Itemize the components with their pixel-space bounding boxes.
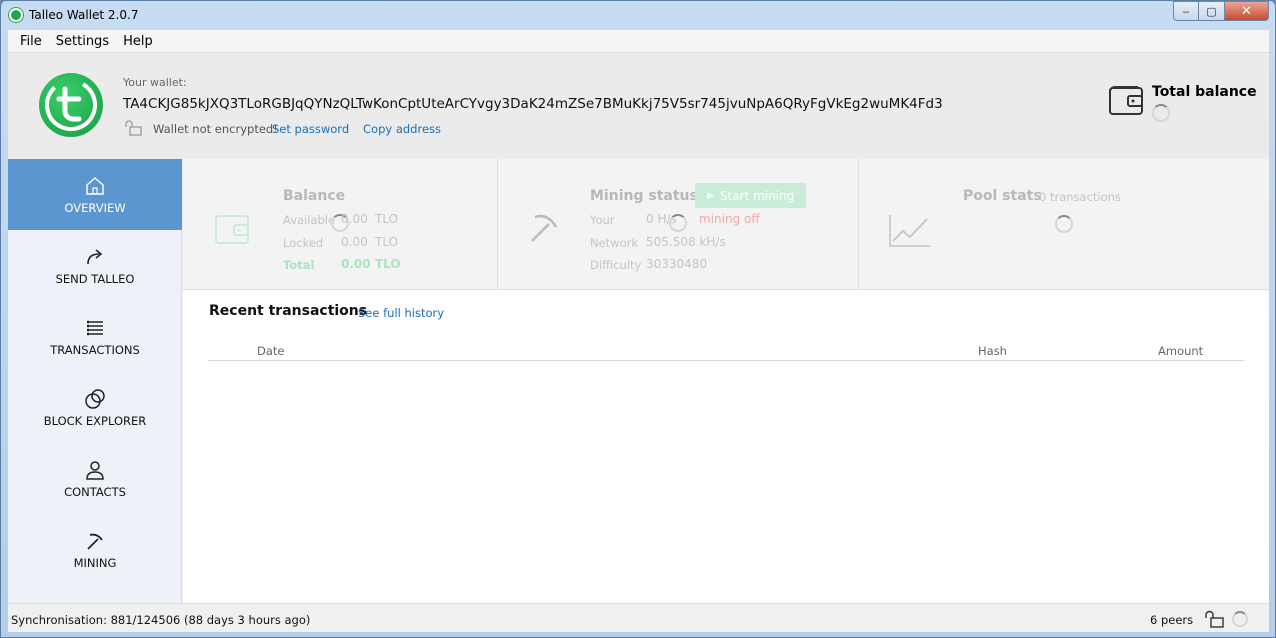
copy-address-link[interactable]: Copy address (363, 122, 441, 136)
mining-panel: Mining status ▶ Start mining Your 0 H/s … (498, 159, 859, 290)
title-bar[interactable]: Talleo Wallet 2.0.7 ‒ ▢ ✕ (1, 1, 1275, 30)
sidebar-item-contacts[interactable]: CONTACTS (8, 443, 182, 514)
list-icon (87, 320, 103, 335)
chart-icon (889, 215, 931, 247)
menu-bar: File Settings Help (8, 30, 1269, 53)
column-header-date[interactable]: Date (257, 344, 285, 358)
total-value: 0.00 (341, 257, 371, 271)
available-unit: TLO (375, 212, 399, 226)
column-header-hash[interactable]: Hash (978, 344, 1007, 358)
locked-unit: TLO (375, 235, 399, 249)
total-balance-label: Total balance (1152, 84, 1257, 100)
sync-spinner (1232, 611, 1248, 627)
explorer-icon (85, 388, 105, 409)
network-label: Network (590, 236, 639, 250)
maximize-button[interactable]: ▢ (1199, 1, 1225, 21)
client-area: File Settings Help Your wallet: TA4CKJG8… (8, 30, 1269, 632)
total-unit: TLO (375, 257, 401, 271)
window-title: Talleo Wallet 2.0.7 (29, 8, 139, 22)
sync-status: Synchronisation: 881/124506 (88 days 3 h… (11, 613, 311, 627)
pool-transactions: 0 transactions (1039, 190, 1121, 204)
wallet-address: TA4CKJG85kJXQ3TLoRGBJqQYNzQLTwKonCptUteA… (123, 96, 943, 112)
app-icon (9, 8, 23, 22)
contacts-icon (86, 460, 104, 480)
menu-file[interactable]: File (8, 34, 49, 49)
app-window: Talleo Wallet 2.0.7 ‒ ▢ ✕ File Settings … (0, 0, 1276, 638)
menu-settings[interactable]: Settings (49, 34, 116, 49)
pool-stats-panel: Pool stats 0 transactions (859, 159, 1269, 290)
mining-off-status: mining off (699, 212, 760, 226)
difficulty-label: Difficulty (590, 258, 642, 272)
start-mining-label: Start mining (719, 188, 795, 203)
balance-title: Balance (283, 188, 346, 204)
not-encrypted-text: Wallet not encrypted! (153, 122, 278, 136)
network-hashrate: 505.508 kH/s (646, 235, 726, 249)
unlocked-icon (125, 120, 142, 136)
wallet-icon (215, 215, 249, 244)
menu-help[interactable]: Help (116, 34, 160, 49)
peers-count: 6 peers (1150, 613, 1194, 627)
sidebar: OVERVIEW SEND TALLEO TRANSACTIONS BLOCK … (8, 159, 182, 603)
pool-stats-title: Pool stats (963, 188, 1042, 204)
close-button[interactable]: ✕ (1225, 1, 1269, 21)
minimize-button[interactable]: ‒ (1173, 1, 1199, 21)
recent-transactions-title: Recent transactions (209, 303, 368, 319)
sidebar-item-label: BLOCK EXPLORER (43, 413, 147, 428)
send-icon (87, 248, 103, 264)
see-full-history-link[interactable]: See full history (358, 306, 444, 320)
minimize-icon: ‒ (1182, 4, 1190, 18)
unlocked-icon[interactable] (1204, 610, 1224, 628)
close-icon: ✕ (1241, 3, 1252, 19)
main-panel: Balance Available 0.00 TLO Locked 0.00 T… (183, 159, 1269, 603)
maximize-icon: ▢ (1206, 4, 1217, 18)
sidebar-item-label: MINING (73, 555, 117, 570)
pool-spinner (1055, 215, 1073, 233)
sidebar-item-label: TRANSACTIONS (50, 342, 140, 357)
sidebar-item-transactions[interactable]: TRANSACTIONS (8, 301, 182, 372)
wallet-label: Your wallet: (123, 76, 187, 89)
available-value: 0.00 (341, 212, 368, 226)
balance-loading-spinner (1152, 104, 1170, 122)
total-label: Total (283, 258, 315, 272)
home-icon (86, 176, 104, 195)
sidebar-item-block-explorer[interactable]: BLOCK EXPLORER (8, 372, 182, 443)
column-header-amount[interactable]: Amount (1158, 344, 1203, 358)
balance-panel: Balance Available 0.00 TLO Locked 0.00 T… (183, 159, 498, 290)
status-bar: Synchronisation: 881/124506 (88 days 3 h… (8, 603, 1269, 632)
wallet-header: Your wallet: TA4CKJG85kJXQ3TLoRGBJqQYNzQ… (8, 54, 1269, 159)
talleo-logo (39, 73, 103, 137)
locked-value: 0.00 (341, 235, 368, 249)
sidebar-item-overview[interactable]: OVERVIEW (8, 159, 182, 230)
sidebar-item-send[interactable]: SEND TALLEO (8, 230, 182, 301)
difficulty-value: 30330480 (646, 257, 708, 271)
set-password-link[interactable]: Set password (272, 122, 349, 136)
pickaxe-icon (531, 214, 558, 242)
start-mining-button[interactable]: ▶ Start mining (695, 183, 807, 208)
locked-label: Locked (283, 236, 324, 250)
sidebar-item-label: SEND TALLEO (55, 271, 135, 286)
pickaxe-icon (87, 533, 103, 550)
available-label: Available (283, 213, 336, 227)
table-header-divider (208, 360, 1244, 361)
wallet-icon (1109, 86, 1143, 115)
hashrate-spinner (669, 214, 687, 232)
play-icon: ▶ (707, 190, 714, 201)
sidebar-item-mining[interactable]: MINING (8, 514, 182, 585)
sidebar-item-label: OVERVIEW (64, 200, 126, 215)
stats-row: Balance Available 0.00 TLO Locked 0.00 T… (183, 159, 1269, 290)
mining-status-title: Mining status (590, 188, 698, 204)
your-hashrate-label: Your (590, 213, 615, 227)
sidebar-item-label: CONTACTS (64, 484, 126, 499)
